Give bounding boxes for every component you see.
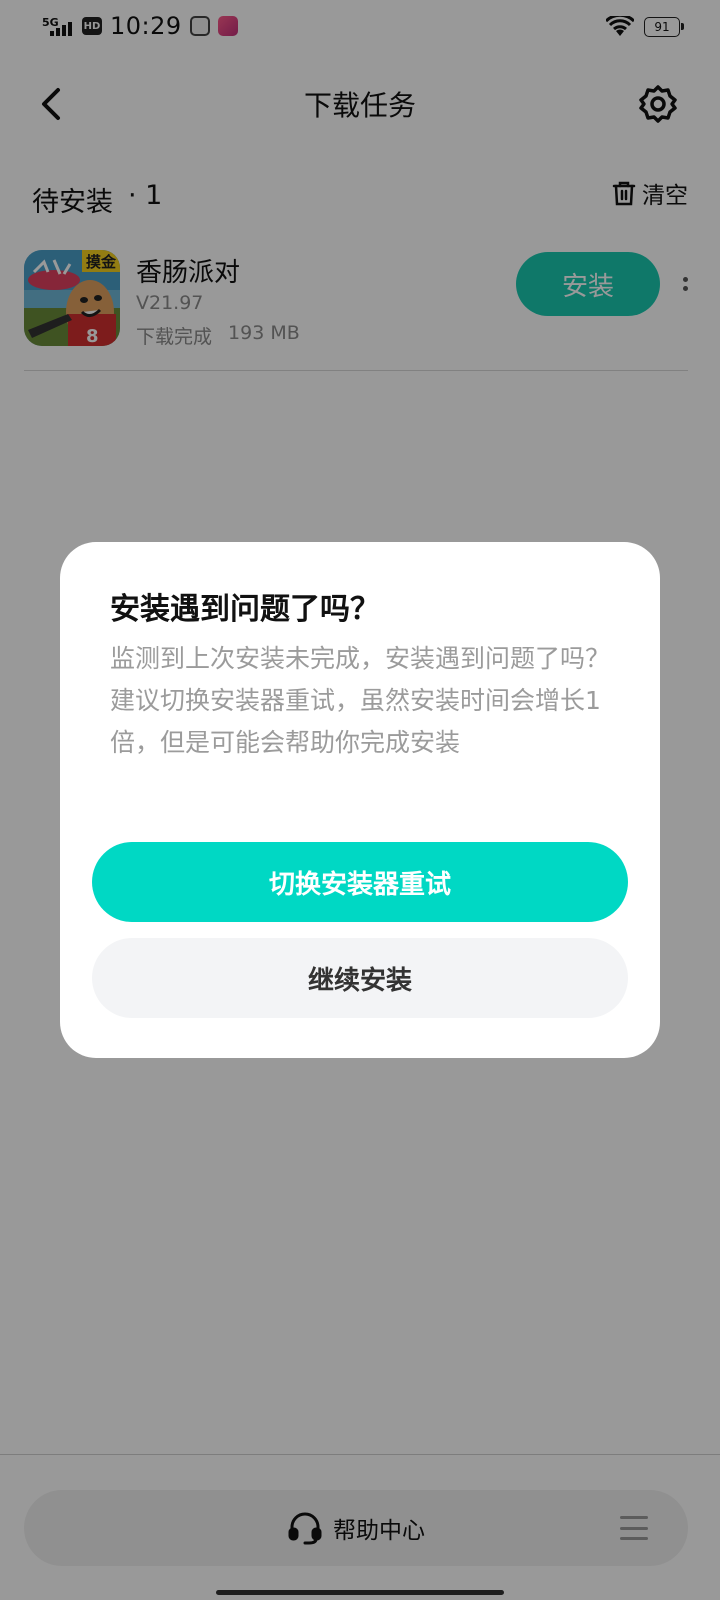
dialog-title: 安装遇到问题了吗？: [110, 592, 380, 627]
continue-install-button[interactable]: 继续安装: [92, 938, 628, 1018]
dialog-body: 监测到上次安装未完成，安装遇到问题了吗？ 建议切换安装器重试，虽然安装时间会增长…: [110, 638, 620, 764]
dialog-body-line-1: 监测到上次安装未完成，安装遇到问题了吗？: [110, 644, 611, 673]
switch-installer-retry-button[interactable]: 切换安装器重试: [92, 842, 628, 922]
install-problem-dialog: 安装遇到问题了吗？ 监测到上次安装未完成，安装遇到问题了吗？ 建议切换安装器重试…: [60, 542, 660, 1058]
download-tasks-screen: 5G HD 10:29 91 下载任务 待安装 · 1 清空 8 摸金 香肠派对…: [0, 0, 720, 1600]
dialog-body-line-2: 建议切换安装器重试，虽然安装时间会增长1倍，但是可能会帮助你完成安装: [110, 686, 601, 757]
